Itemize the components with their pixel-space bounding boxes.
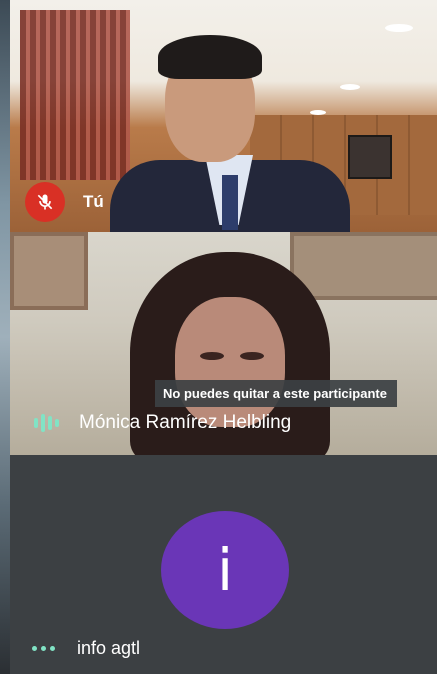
mic-off-icon[interactable]: [25, 182, 65, 222]
participant-tile-info[interactable]: i info agtl: [10, 455, 437, 674]
participant-avatar: i: [161, 511, 289, 629]
left-edge-strip: [0, 0, 10, 674]
participant-name: Mónica Ramírez Helbling: [79, 412, 292, 433]
tooltip: No puedes quitar a este participante: [155, 380, 397, 407]
wall-frame: [10, 232, 88, 310]
info-name-row: info agtl: [32, 638, 140, 659]
participant-video-self: [110, 25, 350, 232]
participant-tile-self[interactable]: Tú: [10, 0, 437, 232]
monica-name-row: Mónica Ramírez Helbling: [34, 412, 291, 434]
wall-picture: [348, 135, 392, 179]
ceiling-light: [385, 24, 413, 32]
audio-level-icon: [34, 414, 59, 432]
self-name-row: Tú: [25, 182, 104, 222]
participant-name: Tú: [83, 192, 104, 211]
participant-tile-monica[interactable]: No puedes quitar a este participante Món…: [10, 232, 437, 455]
more-dots-icon: [32, 646, 55, 651]
participant-name: info agtl: [77, 638, 141, 658]
